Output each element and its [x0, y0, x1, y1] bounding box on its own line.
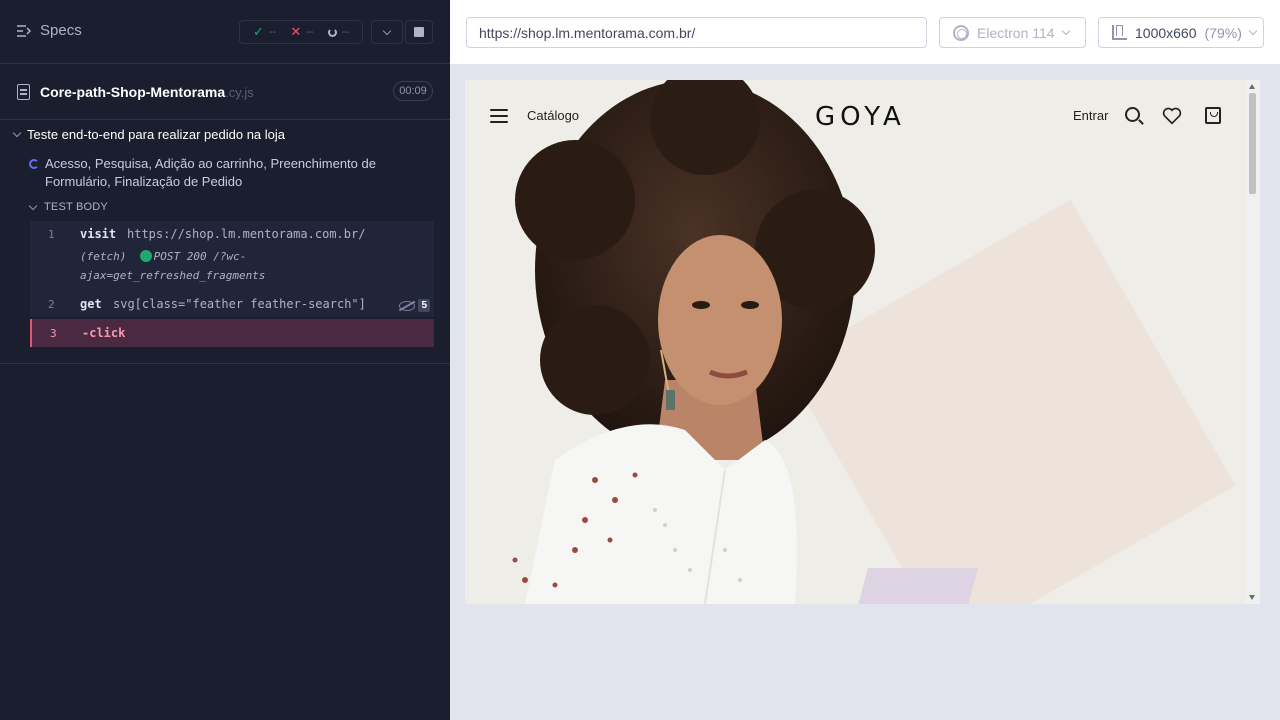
chevron-down-icon: [28, 201, 38, 210]
spec-name-text: Core-path-Shop-Mentorama: [40, 84, 226, 100]
command-number: 3: [50, 327, 57, 340]
menu-icon[interactable]: [490, 109, 508, 123]
cross-icon: ✕: [290, 24, 302, 39]
command-name: get: [80, 297, 102, 311]
catalog-link[interactable]: Catálogo: [527, 108, 579, 123]
divider: [0, 363, 450, 364]
run-stats: ✓ -- ✕ -- --: [239, 20, 363, 44]
fetch-line: (fetch) POST 200 /?wc-ajax=get_refreshed…: [80, 247, 265, 285]
command-number: 2: [48, 298, 55, 311]
suite-title: Teste end-to-end para realizar pedido na…: [27, 127, 286, 142]
specs-toggle-button[interactable]: Specs: [16, 22, 82, 39]
passed-stat: ✓ --: [253, 24, 276, 40]
passed-count: --: [268, 26, 277, 38]
command-log: 1 visit https://shop.lm.mentorama.com.br…: [30, 221, 434, 347]
chevron-down-icon: [382, 26, 392, 35]
app-preview-frame[interactable]: Catálogo GOYA Entrar: [465, 80, 1260, 604]
spec-ext: .cy.js: [225, 85, 254, 100]
command-row-active[interactable]: 3 -click: [30, 319, 434, 347]
test-body-section[interactable]: TEST BODY: [28, 201, 108, 213]
cart-icon[interactable]: [1205, 107, 1221, 124]
fetch-text-2: ajax=get_refreshed_fragments: [80, 269, 266, 282]
site-logo[interactable]: GOYA: [815, 102, 906, 132]
specs-list-icon: [17, 24, 32, 37]
chevron-down-icon: [1061, 26, 1070, 35]
specs-label: Specs: [40, 22, 82, 39]
element-count-badge: 5: [399, 299, 430, 312]
scroll-down-icon[interactable]: [1249, 595, 1255, 600]
url-field[interactable]: https://shop.lm.mentorama.com.br/: [466, 17, 927, 48]
runner-panel: Specs ✓ -- ✕ -- -- Core-path-Shop-Mentoram…: [0, 0, 450, 720]
running-icon: [29, 159, 39, 169]
viewport-size: 1000x660: [1135, 24, 1197, 41]
command-number: 1: [48, 228, 55, 241]
test-title: Acesso, Pesquisa, Adição ao carrinho, Pr…: [45, 156, 376, 189]
site-header: Catálogo GOYA Entrar: [465, 80, 1245, 152]
eye-slash-icon: [399, 300, 416, 311]
check-icon: ✓: [253, 24, 264, 39]
pending-stat: --: [327, 26, 349, 38]
command-row[interactable]: 2 get svg[class="feather feather-search"…: [30, 291, 434, 317]
heart-icon[interactable]: [1162, 107, 1182, 125]
spec-file-name: Core-path-Shop-Mentorama.cy.js: [40, 84, 254, 100]
login-link[interactable]: Entrar: [1073, 108, 1108, 123]
chevron-down-icon: [12, 128, 22, 138]
element-count: 5: [418, 299, 430, 312]
command-arg: svg[class="feather feather-search"]: [113, 297, 366, 311]
suite-row[interactable]: Teste end-to-end para realizar pedido na…: [12, 127, 286, 142]
command-arg: https://shop.lm.mentorama.com.br/: [127, 227, 366, 241]
collapse-all-button[interactable]: [371, 20, 403, 44]
browser-select[interactable]: Electron 114: [939, 17, 1086, 48]
browser-toolbar: https://shop.lm.mentorama.com.br/ Electr…: [450, 0, 1280, 64]
command-row-fetch[interactable]: (fetch) POST 200 /?wc-ajax=get_refreshed…: [30, 247, 434, 291]
fetch-text: POST 200 /?wc-: [153, 250, 247, 263]
scroll-up-icon[interactable]: [1249, 84, 1255, 89]
scroll-thumb[interactable]: [1249, 93, 1256, 194]
pending-icon: [327, 27, 337, 37]
section-label: TEST BODY: [44, 201, 108, 213]
electron-icon: [953, 24, 969, 41]
ruler-icon: [1112, 25, 1127, 40]
failed-count: --: [306, 26, 314, 38]
failed-stat: ✕ --: [290, 24, 313, 40]
chevron-down-icon: [1248, 26, 1258, 35]
test-row[interactable]: Acesso, Pesquisa, Adição ao carrinho, Pr…: [29, 155, 429, 191]
pending-count: --: [341, 26, 349, 38]
stop-icon: [414, 27, 424, 37]
runner-header: Specs ✓ -- ✕ -- --: [0, 0, 450, 64]
command-name: visit: [80, 227, 117, 241]
viewport-select[interactable]: 1000x660 (79%): [1098, 17, 1264, 48]
status-dot-icon: [139, 250, 152, 262]
zoom-level: (79%): [1204, 24, 1242, 41]
file-icon: [17, 84, 30, 100]
command-row[interactable]: 1 visit https://shop.lm.mentorama.com.br…: [30, 221, 434, 247]
command-name: -click: [82, 326, 126, 340]
fetch-label: (fetch): [80, 250, 127, 263]
duration-badge: 00:09: [393, 81, 433, 101]
browser-label: Electron 114: [977, 24, 1055, 41]
stop-button[interactable]: [405, 20, 433, 44]
hero-image: [512, 80, 875, 604]
preview-scrollbar[interactable]: [1245, 80, 1260, 604]
search-icon[interactable]: [1125, 107, 1140, 122]
